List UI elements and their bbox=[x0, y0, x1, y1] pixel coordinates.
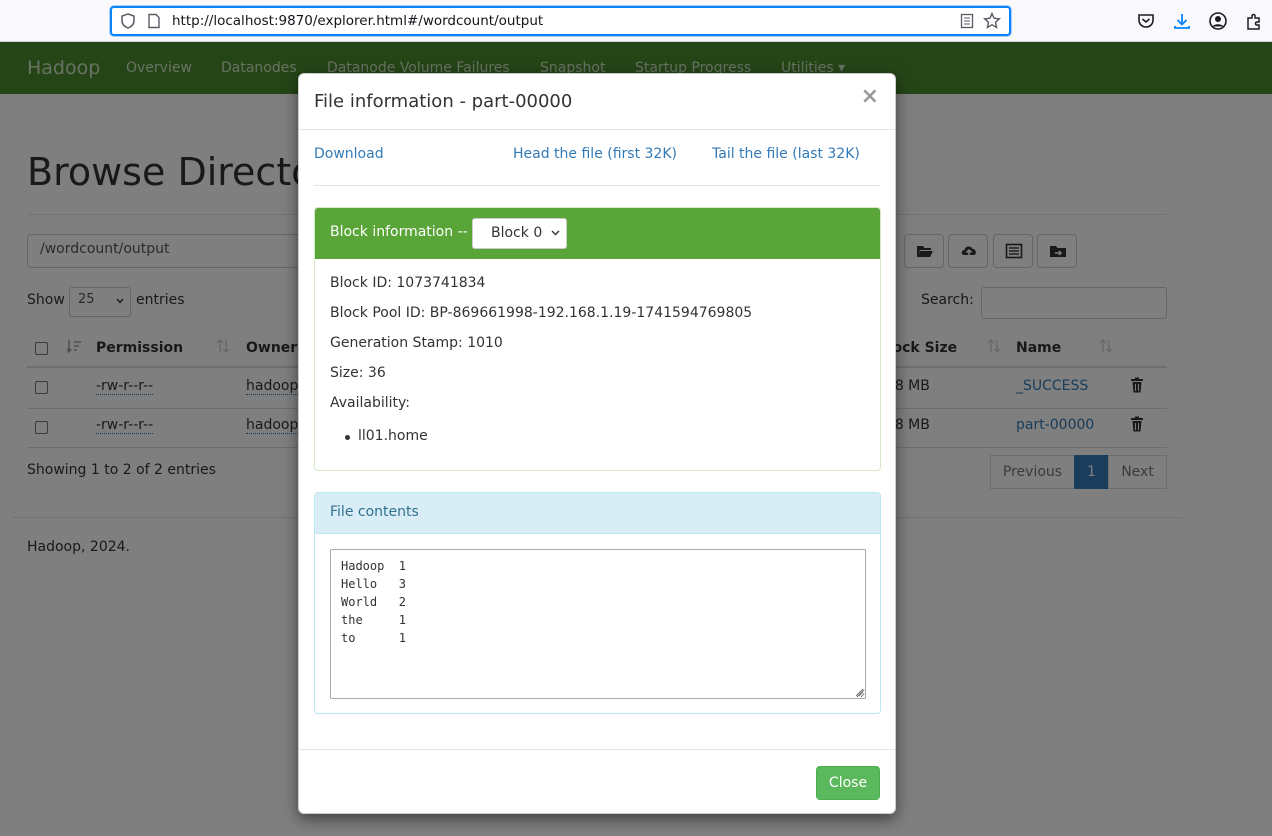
modal-header: File information - part-00000 × bbox=[299, 74, 895, 130]
downloads-icon[interactable] bbox=[1172, 11, 1192, 31]
head-file-link[interactable]: Head the file (first 32K) bbox=[513, 146, 677, 162]
block-panel-heading: Block information -- Block 0 bbox=[315, 208, 880, 259]
block-information-panel: Block information -- Block 0 Block ID: 1… bbox=[314, 207, 881, 471]
block-select[interactable]: Block 0 bbox=[472, 218, 567, 249]
block-pool-id: Block Pool ID: BP-869661998-192.168.1.19… bbox=[330, 305, 753, 321]
generation-stamp: Generation Stamp: 1010 bbox=[330, 335, 503, 351]
url-text[interactable]: http://localhost:9870/explorer.html#/wor… bbox=[172, 13, 543, 29]
page-icon[interactable] bbox=[146, 13, 162, 29]
availability-label: Availability: bbox=[330, 395, 411, 411]
file-contents-heading: File contents bbox=[315, 493, 880, 534]
block-panel-title: Block information -- bbox=[330, 224, 468, 240]
file-information-modal: File information - part-00000 × Download… bbox=[298, 73, 896, 814]
file-contents-panel: File contents Hadoop 1 Hello 3 World 2 t… bbox=[314, 492, 881, 714]
availability-host: ll01.home bbox=[345, 428, 428, 444]
account-icon[interactable] bbox=[1208, 11, 1228, 31]
pocket-icon[interactable] bbox=[1136, 11, 1156, 31]
shield-icon[interactable] bbox=[120, 13, 136, 29]
extensions-icon[interactable] bbox=[1244, 11, 1264, 31]
modal-footer-divider bbox=[299, 749, 895, 750]
modal-title: File information - part-00000 bbox=[314, 91, 573, 112]
block-id: Block ID: 1073741834 bbox=[330, 275, 486, 291]
close-icon[interactable]: × bbox=[861, 86, 879, 108]
block-size: Size: 36 bbox=[330, 365, 386, 381]
tail-file-link[interactable]: Tail the file (last 32K) bbox=[712, 146, 860, 162]
close-button[interactable]: Close bbox=[816, 766, 880, 800]
divider bbox=[314, 185, 881, 186]
chevron-down-icon bbox=[551, 230, 560, 236]
bookmark-star-icon[interactable] bbox=[983, 12, 1001, 30]
resize-handle-icon[interactable] bbox=[855, 688, 864, 697]
block-select-value: Block 0 bbox=[491, 225, 543, 241]
reader-view-icon[interactable] bbox=[959, 13, 975, 29]
file-contents-textarea[interactable]: Hadoop 1 Hello 3 World 2 the 1 to 1 bbox=[330, 549, 866, 699]
download-link[interactable]: Download bbox=[314, 146, 384, 162]
file-contents-title: File contents bbox=[330, 504, 419, 520]
browser-toolbar: http://localhost:9870/explorer.html#/wor… bbox=[0, 0, 1272, 42]
url-bar[interactable]: http://localhost:9870/explorer.html#/wor… bbox=[110, 6, 1011, 36]
